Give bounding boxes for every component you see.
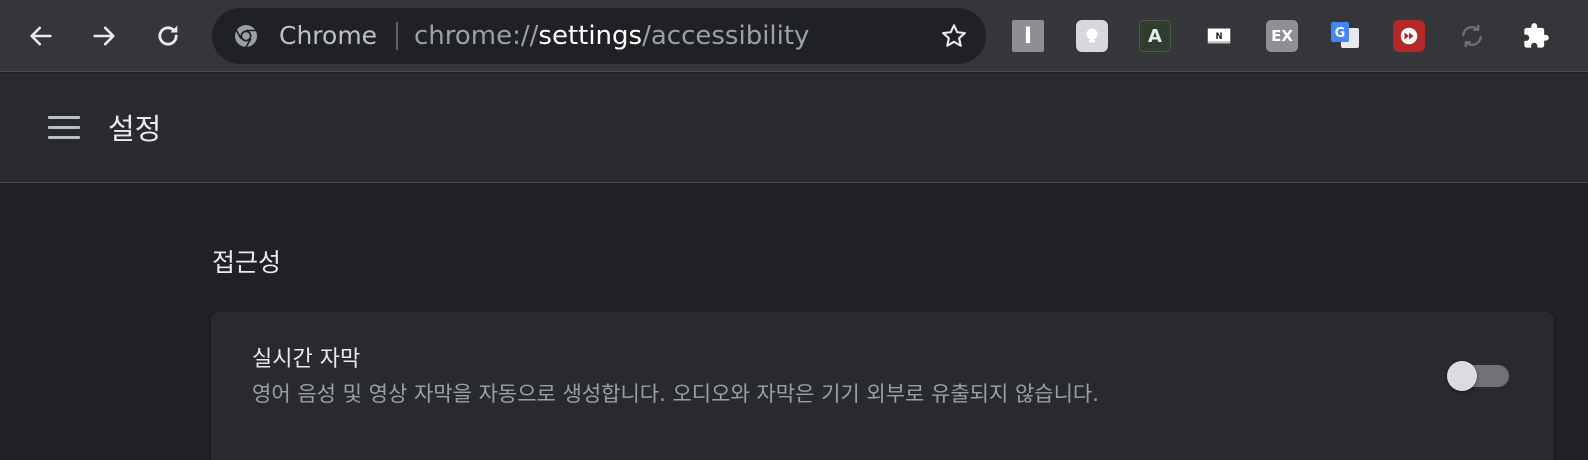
- hamburger-line: [48, 136, 80, 139]
- site-chip-label: Chrome: [279, 21, 378, 50]
- sync-icon[interactable]: [1456, 20, 1488, 52]
- hamburger-line: [48, 126, 80, 129]
- arrow-left-icon: [30, 26, 52, 46]
- section-title: 접근성: [212, 248, 282, 277]
- live-caption-toggle[interactable]: [1447, 360, 1511, 391]
- puzzle-extensions-icon[interactable]: [1520, 20, 1552, 52]
- toggle-knob: [1447, 361, 1477, 391]
- live-caption-title: 실시간 자막: [252, 347, 361, 372]
- url-host: settings: [538, 21, 643, 51]
- live-caption-description: 영어 음성 및 영상 자막을 자동으로 생성합니다. 오디오와 자막은 기기 외…: [252, 382, 1099, 406]
- main-menu-button[interactable]: [46, 113, 82, 143]
- url-path: /accessibility: [642, 21, 810, 51]
- puzzle-icon: [1524, 23, 1549, 48]
- sync-arrows-icon: [1462, 24, 1482, 48]
- a-extension-icon[interactable]: A: [1139, 20, 1171, 52]
- i-extension-label: I: [1023, 23, 1033, 49]
- fast-forward-icon: [1400, 27, 1418, 45]
- translate-letter: G: [1335, 26, 1346, 41]
- google-translate-icon[interactable]: G: [1329, 20, 1361, 52]
- page-title: 설정: [108, 112, 162, 146]
- fast-forward-extension-icon[interactable]: [1393, 20, 1425, 52]
- a-extension-label: A: [1148, 25, 1162, 47]
- bookmark-star-icon[interactable]: [940, 22, 968, 50]
- arrow-right-icon: [93, 26, 115, 46]
- n-extension-icon[interactable]: N: [1203, 20, 1235, 52]
- url-scheme: chrome://: [414, 21, 539, 51]
- forward-button[interactable]: [82, 14, 126, 58]
- notebook-icon: N: [1207, 28, 1231, 44]
- ex-extension-label: EX: [1271, 27, 1293, 45]
- settings-header: 설정: [0, 73, 1588, 183]
- reload-icon: [158, 25, 178, 46]
- reload-button[interactable]: [146, 14, 190, 58]
- accessibility-card: 실시간 자막 영어 음성 및 영상 자막을 자동으로 생성합니다. 오디오와 자…: [211, 312, 1554, 460]
- chrome-logo-icon: [235, 25, 257, 48]
- lightbulb-extension-icon[interactable]: [1076, 20, 1108, 52]
- ex-extension-icon[interactable]: EX: [1266, 20, 1298, 52]
- lightbulb-icon: [1086, 28, 1098, 43]
- browser-toolbar: Chrome chrome://settings/accessibility I…: [0, 0, 1588, 72]
- url-text[interactable]: chrome://settings/accessibility: [414, 8, 809, 64]
- i-extension-icon[interactable]: I: [1012, 20, 1044, 52]
- translate-icon: G: [1331, 22, 1359, 48]
- back-button[interactable]: [19, 14, 63, 58]
- hamburger-menu-icon: [48, 116, 80, 119]
- omnibox-divider: [396, 22, 398, 50]
- n-extension-label: N: [1215, 31, 1222, 41]
- address-bar[interactable]: Chrome chrome://settings/accessibility: [212, 8, 986, 64]
